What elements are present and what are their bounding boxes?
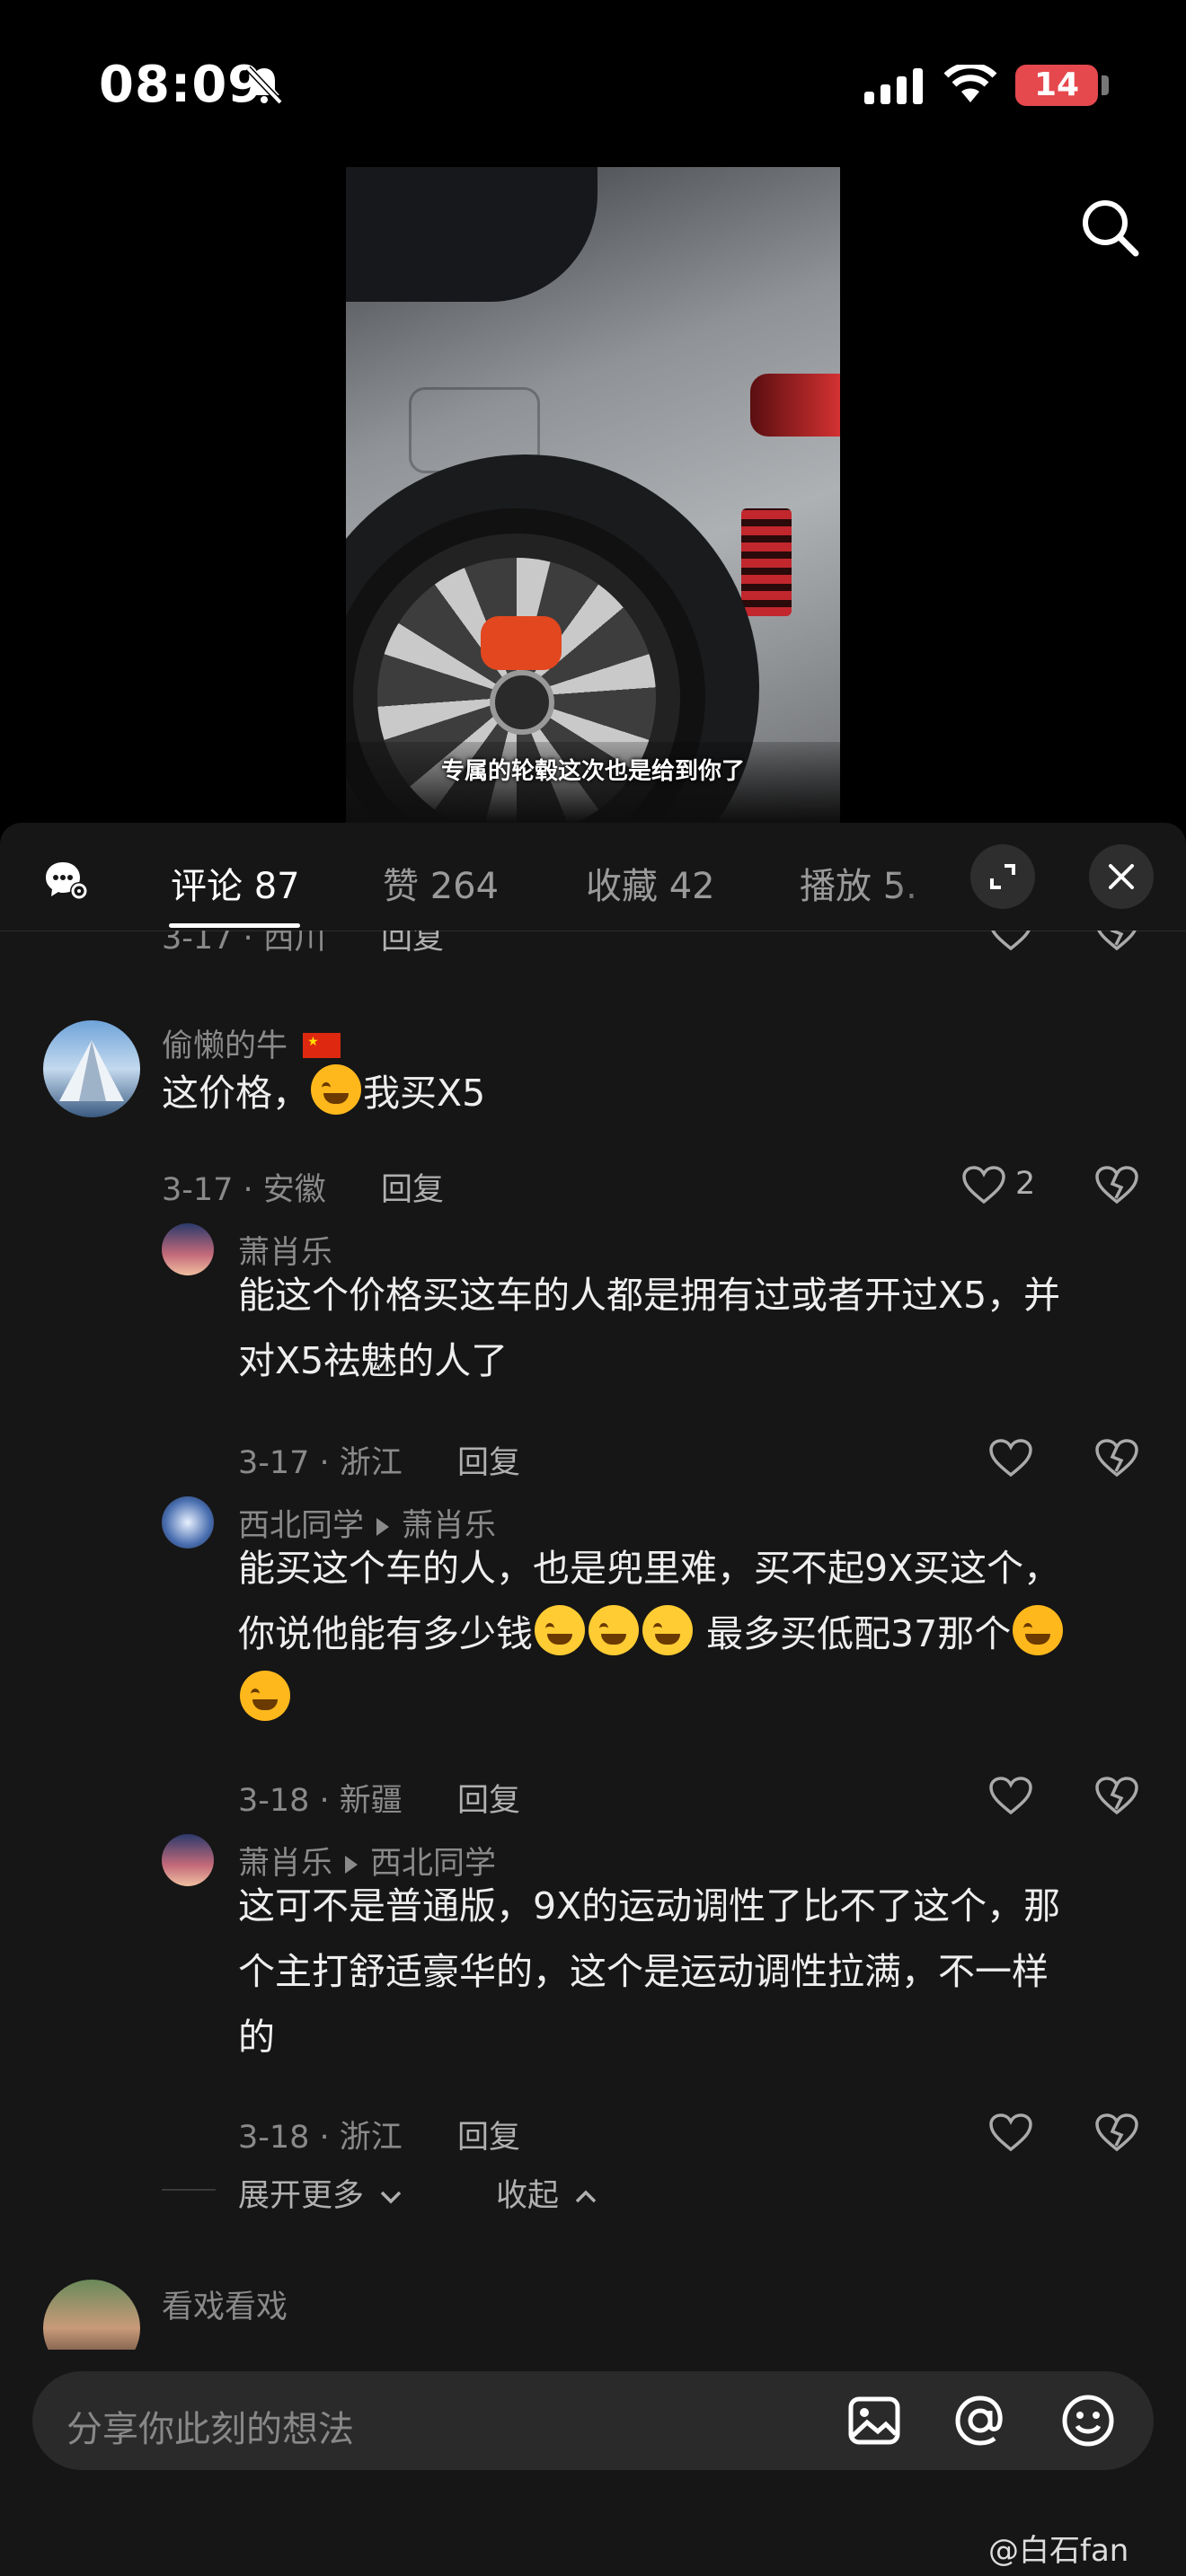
chevron-up-icon bbox=[575, 2190, 597, 2203]
bell-slash-icon bbox=[245, 66, 283, 105]
comment-text: 这价格， 我买X5 bbox=[162, 1061, 485, 1126]
tab-likes[interactable]: 赞 264 bbox=[383, 857, 499, 909]
wifi-icon bbox=[943, 65, 997, 102]
status-bar: 08:09 14 bbox=[0, 0, 1186, 171]
close-panel-button[interactable] bbox=[1089, 844, 1154, 909]
reply-to-arrow-icon bbox=[345, 1856, 358, 1874]
tab-favorites[interactable]: 收藏 42 bbox=[586, 857, 715, 909]
cellular-signal-icon bbox=[864, 68, 923, 104]
expand-panel-button[interactable] bbox=[970, 844, 1035, 909]
thread-divider bbox=[162, 2189, 216, 2191]
emoji-icon[interactable] bbox=[1058, 2391, 1118, 2450]
reply-meta: 3-18 · 新疆 回复 bbox=[238, 1783, 520, 1819]
dislike-icon[interactable] bbox=[1094, 1777, 1139, 1816]
heart-icon[interactable] bbox=[988, 1439, 1033, 1478]
comment-settings-icon[interactable] bbox=[43, 859, 90, 902]
reply-meta: 3-18 · 浙江 回复 bbox=[238, 2120, 520, 2156]
comment-author[interactable]: 偷懒的牛 ★ bbox=[162, 1020, 341, 1066]
like-count: 2 bbox=[1015, 1166, 1036, 1202]
search-icon[interactable] bbox=[1078, 196, 1143, 260]
reply-to-arrow-icon bbox=[376, 1518, 390, 1536]
crying-laughing-emoji bbox=[1013, 1605, 1064, 1655]
active-tab-indicator bbox=[169, 923, 300, 928]
reply-text: 能这个价格买这车的人都是拥有过或者开过X5，并 对X5祛魅的人了 bbox=[238, 1274, 1061, 1382]
grinning-sweat-emoji bbox=[642, 1605, 693, 1655]
expand-icon bbox=[990, 864, 1015, 889]
heart-icon[interactable] bbox=[988, 931, 1033, 952]
comment-meta: 3-17 · 安徽 回复 bbox=[162, 1172, 444, 1208]
car-taillight-graphic bbox=[750, 374, 840, 437]
grinning-sweat-emoji bbox=[535, 1605, 585, 1655]
chevron-down-icon bbox=[380, 2191, 402, 2204]
watermark: @白石fan bbox=[988, 2533, 1129, 2569]
video-subtitle: 专属的轮毂这次也是给到你了 bbox=[440, 758, 745, 785]
china-flag-icon: ★ bbox=[303, 1033, 341, 1058]
crying-laughing-emoji bbox=[240, 1671, 290, 1721]
collapse-button[interactable]: 收起 bbox=[496, 2170, 597, 2216]
dislike-icon[interactable] bbox=[1094, 1166, 1139, 1205]
heart-icon[interactable] bbox=[961, 1166, 1006, 1205]
close-icon bbox=[1109, 864, 1134, 889]
car-vent-graphic bbox=[741, 508, 792, 616]
avatar[interactable] bbox=[43, 1020, 140, 1117]
wheel-hub-graphic bbox=[490, 670, 554, 735]
reply-button[interactable]: 回复 bbox=[457, 1783, 520, 1819]
reply-text: 这可不是普通版，9X的运动调性了比不了这个，那 个主打舒适豪华的，这个是运动调性拉… bbox=[238, 1884, 1061, 2059]
reply-button[interactable]: 回复 bbox=[457, 2120, 520, 2156]
heart-icon[interactable] bbox=[988, 1777, 1033, 1816]
comment-list[interactable]: 3-17 · 西川 回复 偷懒的牛 ★ 这价格， 我买X5 3-17 · 安徽 回… bbox=[0, 931, 1186, 2278]
grinning-sweat-emoji bbox=[589, 1605, 639, 1655]
avatar[interactable] bbox=[162, 1223, 214, 1275]
dislike-icon[interactable] bbox=[1094, 2113, 1139, 2153]
mention-icon[interactable] bbox=[951, 2391, 1010, 2450]
image-icon[interactable] bbox=[845, 2391, 904, 2450]
comment-meta: 3-17 · 西川 回复 bbox=[162, 931, 444, 958]
reply-meta: 3-17 · 浙江 回复 bbox=[238, 1445, 520, 1481]
crying-laughing-emoji bbox=[311, 1064, 361, 1115]
avatar[interactable] bbox=[162, 1496, 214, 1548]
reply-button[interactable]: 回复 bbox=[381, 931, 444, 957]
status-time: 08:09 bbox=[99, 56, 264, 114]
tab-fade bbox=[890, 823, 961, 929]
tab-comments[interactable]: 评论 87 bbox=[171, 857, 300, 909]
avatar[interactable] bbox=[162, 1834, 214, 1886]
comments-tab-bar: 评论 87 赞 264 收藏 42 播放 5. bbox=[0, 823, 1186, 931]
brake-caliper-graphic bbox=[481, 616, 562, 670]
reply-text: 能买这个车的人，也是兜里难，买不起9X买这个， 你说他能有多少钱 最多买低配37… bbox=[238, 1536, 1065, 1733]
reply-button[interactable]: 回复 bbox=[381, 1172, 444, 1208]
comment-input[interactable]: 分享你此刻的想法 bbox=[32, 2371, 1154, 2470]
comment-input-placeholder: 分享你此刻的想法 bbox=[66, 2409, 354, 2450]
reply-button[interactable]: 回复 bbox=[457, 1445, 520, 1481]
expand-more-button[interactable]: 展开更多 bbox=[238, 2170, 403, 2216]
car-window-graphic bbox=[346, 167, 597, 302]
battery-cap bbox=[1102, 75, 1109, 95]
dislike-icon[interactable] bbox=[1094, 1439, 1139, 1478]
comment-author[interactable]: 看戏看戏 bbox=[162, 2281, 288, 2327]
battery-icon: 14 bbox=[1015, 65, 1098, 106]
battery-level: 14 bbox=[1033, 66, 1080, 103]
comments-panel: 评论 87 赞 264 收藏 42 播放 5. 3-17 · 西川 回复 偷懒的… bbox=[0, 823, 1186, 2576]
heart-icon[interactable] bbox=[988, 2113, 1033, 2153]
dislike-icon[interactable] bbox=[1094, 931, 1139, 952]
video-player[interactable]: 专属的轮毂这次也是给到你了 bbox=[346, 167, 840, 823]
